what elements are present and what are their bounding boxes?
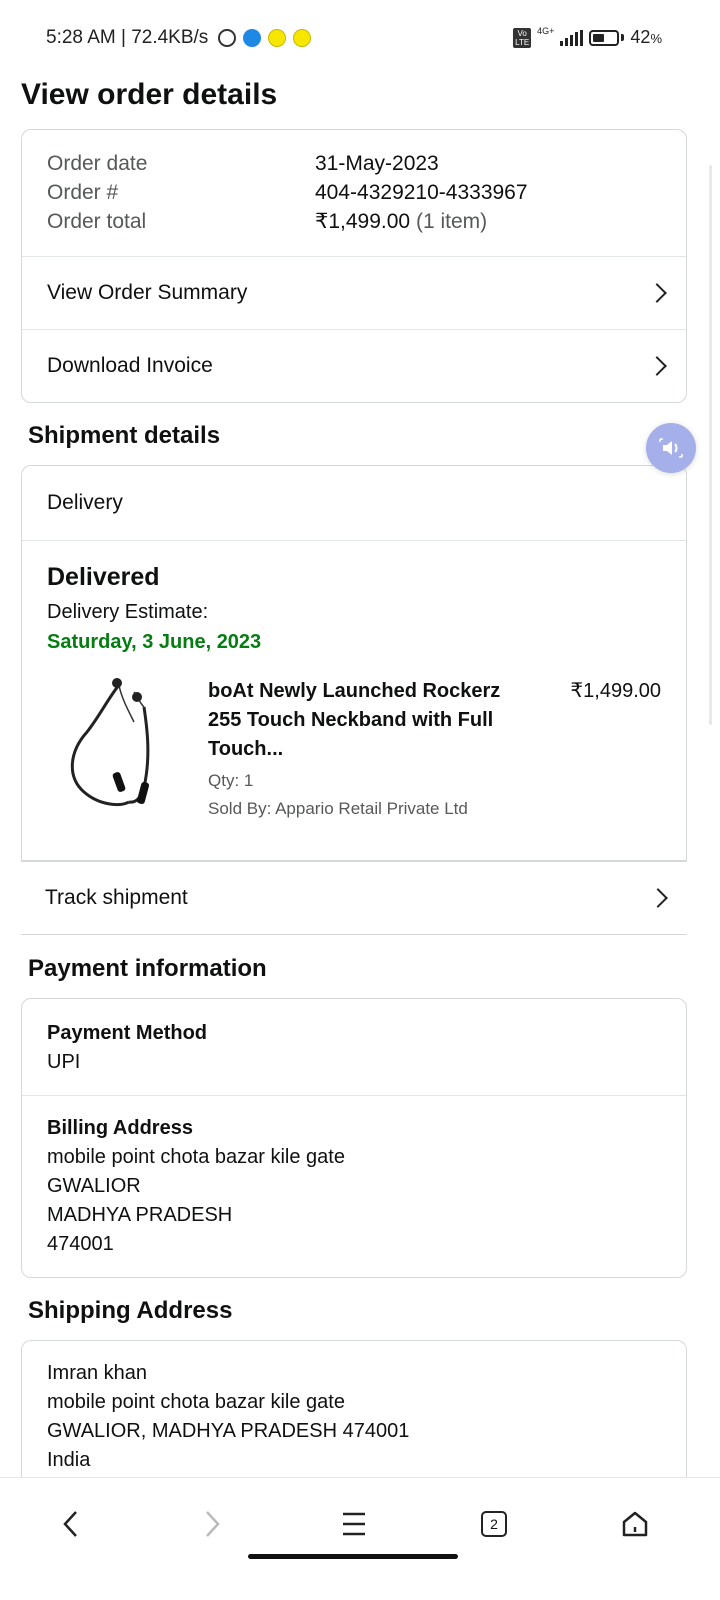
chevron-right-icon <box>647 356 667 376</box>
payment-method-value: UPI <box>47 1051 81 1073</box>
product-price: ₹1,499.00 <box>570 680 661 702</box>
shipping-address-card: Imran khan mobile point chota bazar kile… <box>21 1340 687 1500</box>
order-date-value: 31-May-2023 <box>315 152 439 175</box>
read-aloud-button[interactable] <box>646 423 696 473</box>
page-title: View order details <box>21 78 278 111</box>
view-order-summary-label: View Order Summary <box>47 281 248 304</box>
delivery-estimate-date: Saturday, 3 June, 2023 <box>47 631 262 653</box>
alarm-icon <box>218 29 237 47</box>
product-title[interactable]: boAt Newly Launched Rockerz 255 Touch Ne… <box>208 677 528 764</box>
scrollbar[interactable] <box>709 165 712 725</box>
signal-icon <box>560 29 584 46</box>
delivery-header: Delivery <box>22 466 686 540</box>
download-invoice-label: Download Invoice <box>47 354 213 377</box>
payment-card: Payment Method UPI Billing Address mobil… <box>21 998 687 1278</box>
order-item[interactable]: boAt Newly Launched Rockerz 255 Touch Ne… <box>47 677 661 818</box>
status-right: Vo LTE 4G+ 42% <box>513 27 662 48</box>
menu-button[interactable] <box>326 1496 382 1552</box>
order-number-label: Order # <box>47 181 119 204</box>
tab-count: 2 <box>490 1516 498 1532</box>
billing-address-label: Billing Address <box>47 1117 193 1139</box>
delivery-status-block: Delivered Delivery Estimate: Saturday, 3… <box>22 540 686 818</box>
forward-icon <box>206 1511 220 1537</box>
bottom-nav: 2 <box>0 1477 720 1600</box>
snapchat-icon <box>293 29 312 47</box>
chevron-right-icon <box>647 283 667 303</box>
menu-icon <box>343 1512 365 1536</box>
payment-section-title: Payment information <box>28 955 267 982</box>
volte-icon: Vo LTE <box>513 27 532 48</box>
shipping-address-line: mobile point chota bazar kile gate <box>47 1391 345 1413</box>
snapchat-icon <box>268 29 287 47</box>
delivery-label: Delivery <box>47 491 123 514</box>
notification-icons <box>218 29 312 47</box>
order-info: Order date 31-May-2023 Order # 404-43292… <box>22 130 686 256</box>
status-left: 5:28 AM | 72.4KB/s <box>46 27 312 49</box>
order-number-value: 404-4329210-4333967 <box>315 181 528 204</box>
home-icon <box>622 1511 648 1537</box>
order-total-value: ₹1,499.00 (1 item) <box>315 210 488 233</box>
order-date-row: Order date 31-May-2023 <box>22 149 686 178</box>
battery-level: 42% <box>630 27 662 47</box>
shipping-name: Imran khan <box>47 1362 148 1384</box>
delivery-status: Delivered <box>47 563 160 591</box>
messenger-icon <box>243 29 262 47</box>
delivery-estimate-label: Delivery Estimate: <box>47 601 209 623</box>
order-total-label: Order total <box>47 210 147 233</box>
shipping-address-block: Imran khan mobile point chota bazar kile… <box>22 1341 686 1475</box>
order-total-row: Order total ₹1,499.00 (1 item) <box>22 207 686 236</box>
order-item-count: (1 item) <box>415 210 488 233</box>
order-summary-card: Order date 31-May-2023 Order # 404-43292… <box>21 129 687 403</box>
order-date-label: Order date <box>47 152 148 175</box>
product-seller: Sold By: Appario Retail Private Ltd <box>208 799 468 818</box>
track-shipment-label: Track shipment <box>45 886 188 909</box>
view-order-summary-link[interactable]: View Order Summary <box>22 256 686 329</box>
shipping-address-line: GWALIOR, MADHYA PRADESH 474001 <box>47 1420 410 1442</box>
billing-address-block: Billing Address mobile point chota bazar… <box>22 1095 686 1259</box>
chevron-right-icon <box>648 888 668 908</box>
status-time-speed: 5:28 AM | 72.4KB/s <box>46 27 209 48</box>
shipment-section-title: Shipment details <box>28 422 221 449</box>
billing-address-line: mobile point chota bazar kile gate <box>47 1146 345 1168</box>
product-qty: Qty: 1 <box>208 771 254 790</box>
billing-address-line: 474001 <box>47 1233 114 1255</box>
product-image[interactable] <box>59 677 169 817</box>
billing-address-line: MADHYA PRADESH <box>47 1204 233 1226</box>
download-invoice-link[interactable]: Download Invoice <box>22 329 686 402</box>
speaker-icon <box>659 438 683 458</box>
battery-tip <box>621 34 625 41</box>
battery-icon <box>589 29 620 46</box>
forward-button[interactable] <box>184 1496 240 1552</box>
tabs-button[interactable]: 2 <box>466 1496 522 1552</box>
billing-address-line: GWALIOR <box>47 1175 141 1197</box>
back-icon <box>63 1511 77 1537</box>
order-number-row: Order # 404-4329210-4333967 <box>22 178 686 207</box>
shipment-card: Delivery Delivered Delivery Estimate: Sa… <box>21 465 687 861</box>
home-indicator[interactable] <box>248 1554 458 1559</box>
payment-method-label: Payment Method <box>47 1022 208 1044</box>
track-shipment-link[interactable]: Track shipment <box>21 861 687 935</box>
back-button[interactable] <box>43 1496 99 1552</box>
payment-method-block: Payment Method UPI <box>22 999 686 1095</box>
tabs-icon: 2 <box>481 1511 507 1537</box>
network-type: 4G+ <box>537 26 555 36</box>
shipping-country: India <box>47 1449 91 1471</box>
home-button[interactable] <box>607 1496 663 1552</box>
status-bar: 5:28 AM | 72.4KB/s Vo LTE 4G+ 42% <box>0 0 720 78</box>
shipping-section-title: Shipping Address <box>28 1297 233 1324</box>
